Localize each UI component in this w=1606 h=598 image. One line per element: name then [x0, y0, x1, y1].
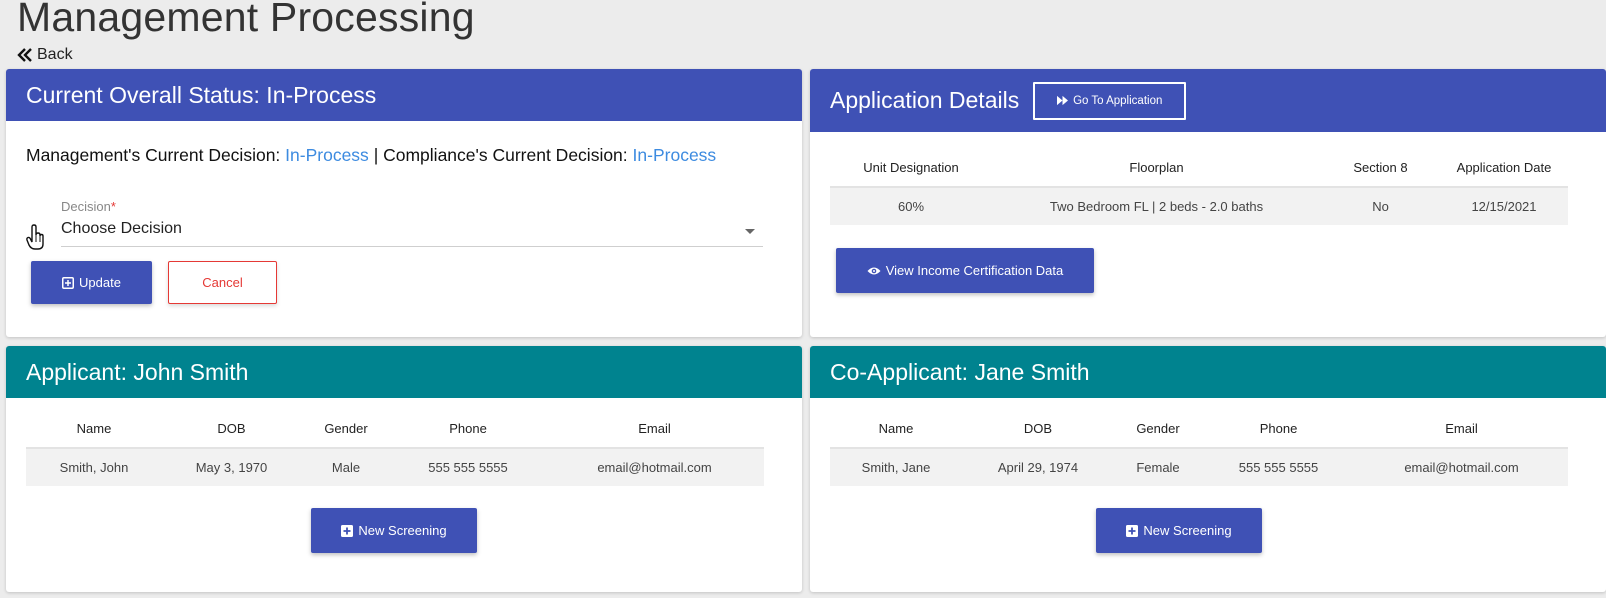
coapplicant-table: Name DOB Gender Phone Email Smith, Jane …: [830, 409, 1568, 486]
column-header: Name: [830, 409, 962, 449]
update-button[interactable]: Update: [31, 261, 152, 304]
column-header: Floorplan: [992, 148, 1321, 188]
compliance-decision-label: Compliance's Current Decision:: [383, 145, 628, 165]
applicant-new-screening-button[interactable]: New Screening: [311, 508, 477, 553]
table-cell: 12/15/2021: [1440, 187, 1568, 225]
status-card-header: Current Overall Status: In-Process: [6, 69, 802, 121]
table-cell: Smith, Jane: [830, 448, 962, 486]
new-screening-label: New Screening: [1143, 523, 1232, 538]
table-header-row: Name DOB Gender Phone Email: [830, 409, 1568, 449]
plus-square-icon: [341, 524, 354, 537]
column-header: Section 8: [1321, 148, 1440, 188]
table-row: Smith, Jane April 29, 1974 Female 555 55…: [830, 448, 1568, 486]
table-row: 60% Two Bedroom FL | 2 beds - 2.0 baths …: [830, 187, 1568, 225]
plus-square-icon: [1126, 524, 1139, 537]
back-link[interactable]: Back: [17, 46, 73, 64]
table-cell: email@hotmail.com: [545, 448, 764, 486]
table-cell: May 3, 1970: [162, 448, 301, 486]
cancel-button[interactable]: Cancel: [168, 261, 277, 304]
compliance-decision-value[interactable]: In-Process: [633, 145, 717, 165]
column-header: Unit Designation: [830, 148, 992, 188]
column-header: DOB: [162, 409, 301, 449]
table-header-row: Unit Designation Floorplan Section 8 App…: [830, 148, 1568, 188]
table-cell: Female: [1114, 448, 1202, 486]
current-decisions: Management's Current Decision: In-Proces…: [26, 145, 716, 166]
fast-forward-icon: [1057, 95, 1069, 106]
decision-select[interactable]: Decision* Choose Decision: [61, 199, 763, 247]
hand-pointer-icon: [26, 224, 44, 250]
double-chevron-left-icon: [17, 48, 32, 62]
plus-square-icon: [62, 276, 75, 289]
column-header: Email: [545, 409, 764, 449]
cancel-label: Cancel: [202, 275, 243, 290]
coapplicant-header: Co-Applicant: Jane Smith: [810, 346, 1606, 398]
column-header: Phone: [1202, 409, 1355, 449]
table-cell: 555 555 5555: [391, 448, 545, 486]
table-cell: email@hotmail.com: [1355, 448, 1568, 486]
applicant-card: Applicant: John Smith Name DOB Gender Ph…: [6, 346, 802, 592]
decision-selected-value: Choose Decision: [61, 220, 182, 237]
table-cell: No: [1321, 187, 1440, 225]
dropdown-caret-icon: [745, 229, 755, 234]
application-details-title: Application Details: [830, 87, 1020, 113]
column-header: DOB: [962, 409, 1114, 449]
table-cell: Smith, John: [26, 448, 162, 486]
management-decision-value[interactable]: In-Process: [285, 145, 369, 165]
table-cell: 60%: [830, 187, 992, 225]
application-details-card: Application Details Go To Application Un…: [810, 69, 1606, 337]
column-header: Phone: [391, 409, 545, 449]
column-header: Application Date: [1440, 148, 1568, 188]
table-cell: Male: [301, 448, 391, 486]
column-header: Email: [1355, 409, 1568, 449]
column-header: Gender: [301, 409, 391, 449]
page-title: Management Processing: [17, 0, 475, 40]
view-income-label: View Income Certification Data: [885, 263, 1064, 278]
coapplicant-new-screening-button[interactable]: New Screening: [1096, 508, 1262, 553]
update-label: Update: [79, 275, 121, 290]
decision-separator: |: [373, 145, 379, 165]
back-label: Back: [37, 46, 73, 63]
management-decision-label: Management's Current Decision:: [26, 145, 281, 165]
applicant-header: Applicant: John Smith: [6, 346, 802, 398]
table-header-row: Name DOB Gender Phone Email: [26, 409, 764, 449]
application-details-header: Application Details Go To Application: [810, 69, 1606, 132]
application-table: Unit Designation Floorplan Section 8 App…: [830, 148, 1568, 225]
applicant-table: Name DOB Gender Phone Email Smith, John …: [26, 409, 764, 486]
column-header: Gender: [1114, 409, 1202, 449]
view-income-certification-button[interactable]: View Income Certification Data: [836, 248, 1094, 293]
eye-icon: [867, 267, 881, 274]
table-cell: Two Bedroom FL | 2 beds - 2.0 baths: [992, 187, 1321, 225]
go-to-application-label: Go To Application: [1073, 94, 1163, 107]
table-cell: April 29, 1974: [962, 448, 1114, 486]
new-screening-label: New Screening: [358, 523, 447, 538]
coapplicant-card: Co-Applicant: Jane Smith Name DOB Gender…: [810, 346, 1606, 592]
column-header: Name: [26, 409, 162, 449]
decision-field-label: Decision*: [61, 199, 116, 214]
table-row: Smith, John May 3, 1970 Male 555 555 555…: [26, 448, 764, 486]
go-to-application-button[interactable]: Go To Application: [1033, 81, 1187, 120]
status-card: Current Overall Status: In-Process Manag…: [6, 69, 802, 337]
table-cell: 555 555 5555: [1202, 448, 1355, 486]
